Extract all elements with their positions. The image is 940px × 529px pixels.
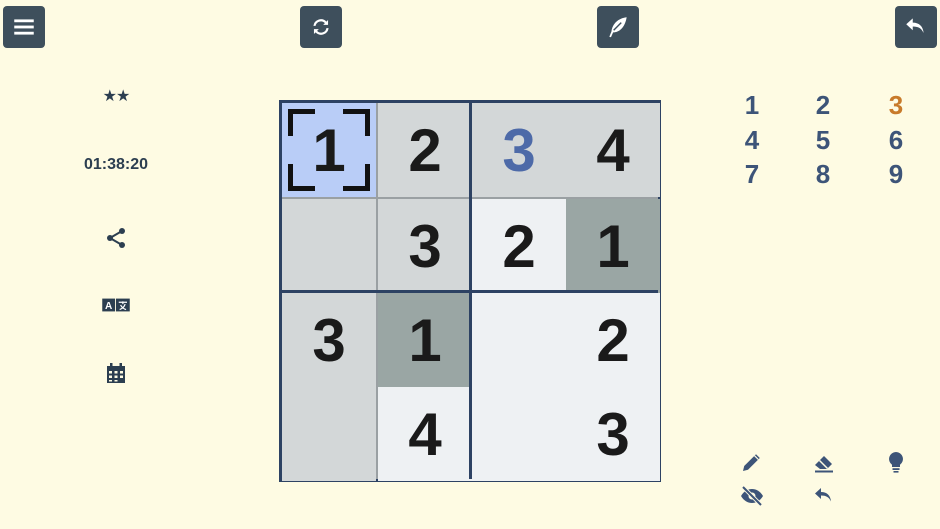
cell-r2c1[interactable] [282, 199, 376, 293]
selection-corner [288, 164, 315, 191]
cell-value: 4 [596, 116, 630, 184]
svg-text:A: A [105, 301, 113, 312]
cell-r1c4[interactable]: 4 [566, 103, 660, 197]
notes-button[interactable] [597, 6, 639, 48]
cell-value: 2 [596, 306, 630, 374]
cell-value: 3 [502, 116, 536, 184]
cell-r4c1[interactable] [282, 387, 376, 481]
box-divider-horizontal [282, 290, 658, 293]
numpad-digit-8[interactable]: 8 [803, 159, 843, 190]
selection-corner [343, 164, 370, 191]
cell-r1c1[interactable]: 1 [282, 103, 376, 197]
numpad-digit-2[interactable]: 2 [803, 90, 843, 121]
cell-r3c4[interactable]: 2 [566, 293, 660, 387]
selection-corner [343, 109, 370, 136]
sudoku-board: 1 2 3 4 3 2 1 3 1 2 4 3 [279, 100, 661, 482]
timer: 01:38:20 [83, 156, 149, 173]
pencil-icon [743, 454, 760, 471]
translate-icon: A [102, 298, 130, 312]
cell-value: 1 [596, 212, 630, 280]
numpad-digit-5[interactable]: 5 [803, 125, 843, 156]
cell-r3c1[interactable]: 3 [282, 293, 376, 387]
numpad-digit-1[interactable]: 1 [732, 90, 772, 121]
undo-icon [906, 18, 924, 33]
cell-r4c2[interactable]: 4 [378, 387, 472, 481]
numpad-digit-4[interactable]: 4 [732, 125, 772, 156]
cell-r4c3[interactable] [472, 387, 566, 481]
cell-value: 3 [596, 400, 630, 468]
cell-r2c2[interactable]: 3 [378, 199, 472, 293]
selection-corner [288, 109, 315, 136]
cell-r2c3[interactable]: 2 [472, 199, 566, 293]
hide-button[interactable] [738, 482, 766, 510]
cell-value: 4 [408, 400, 442, 468]
cell-r2c4[interactable]: 1 [566, 199, 660, 293]
cell-r3c3[interactable] [472, 293, 566, 387]
calendar-button[interactable] [103, 360, 129, 386]
translate-button[interactable]: A [100, 292, 132, 318]
cell-value: 1 [408, 306, 442, 374]
lightbulb-icon [889, 452, 903, 473]
eraser-icon [815, 456, 833, 473]
share-icon [107, 228, 125, 248]
refresh-icon [313, 19, 329, 35]
menu-icon [14, 19, 34, 35]
difficulty-stars: ★★ [102, 88, 131, 105]
menu-button[interactable] [3, 6, 45, 48]
cell-value: 1 [312, 116, 346, 184]
numpad-digit-9[interactable]: 9 [876, 159, 916, 190]
cell-value: 2 [408, 116, 442, 184]
numpad-digit-6[interactable]: 6 [876, 125, 916, 156]
cell-value: 3 [408, 212, 442, 280]
eye-slash-icon [741, 485, 763, 507]
cell-r1c2[interactable]: 2 [378, 103, 472, 197]
cell-r1c3[interactable]: 3 [472, 103, 566, 197]
undo-top-button[interactable] [895, 6, 937, 48]
cell-r3c2[interactable]: 1 [378, 293, 472, 387]
cell-value: 3 [312, 306, 346, 374]
restart-button[interactable] [300, 6, 342, 48]
numpad-digit-7[interactable]: 7 [732, 159, 772, 190]
share-button[interactable] [103, 225, 129, 251]
numpad-digit-3[interactable]: 3 [876, 90, 916, 121]
undo-icon [815, 488, 831, 502]
hint-button[interactable] [882, 448, 910, 476]
eraser-button[interactable] [810, 448, 838, 476]
cell-value: 2 [502, 212, 536, 280]
cell-r4c4[interactable]: 3 [566, 387, 660, 481]
undo-button[interactable] [810, 482, 838, 510]
calendar-icon [107, 363, 125, 383]
pencil-button[interactable] [738, 448, 766, 476]
feather-icon [609, 17, 627, 38]
